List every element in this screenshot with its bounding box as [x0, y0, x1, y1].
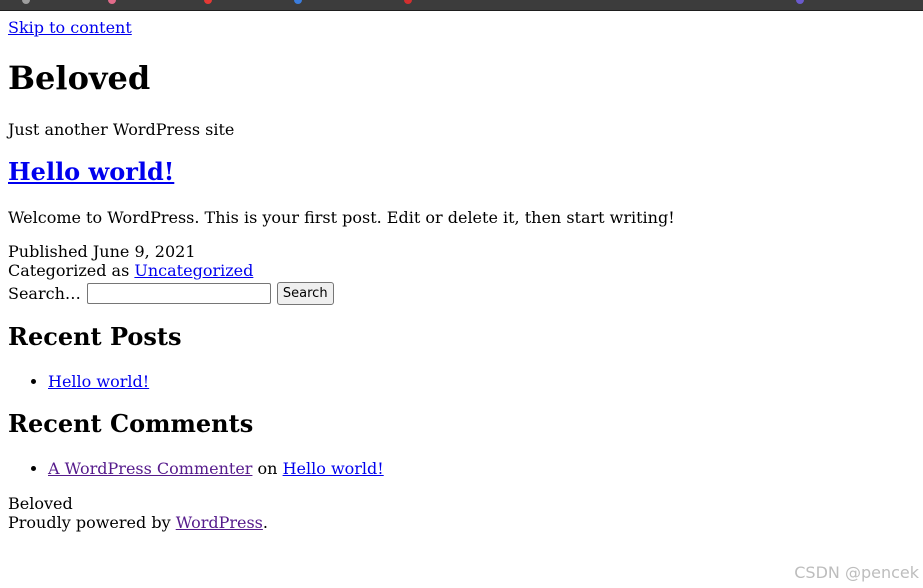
published-prefix: Published	[8, 242, 88, 261]
post-meta: Published June 9, 2021 Categorized as Un…	[8, 242, 253, 280]
list-item: A WordPress Commenter on Hello world!	[48, 459, 384, 479]
bookmark-icon[interactable]	[204, 0, 212, 4]
bookmark-icon[interactable]	[796, 0, 804, 4]
categorized-prefix: Categorized as	[8, 261, 130, 280]
recent-posts-heading: Recent Posts	[8, 322, 182, 351]
skip-to-content-link[interactable]: Skip to content	[8, 18, 132, 38]
post-title: Hello world!	[8, 157, 174, 187]
search-label: Search…	[8, 283, 81, 303]
list-item: Hello world!	[48, 372, 149, 392]
post-body: Welcome to WordPress. This is your first…	[8, 208, 675, 227]
comment-connector: on	[257, 459, 278, 478]
footer-site-name: Beloved	[8, 494, 73, 513]
watermark: CSDN @pencek	[794, 563, 919, 582]
post-title-link[interactable]: Hello world!	[8, 157, 174, 186]
published-date[interactable]: June 9, 2021	[93, 242, 196, 261]
recent-post-link[interactable]: Hello world!	[48, 372, 149, 391]
bookmark-icon[interactable]	[294, 0, 302, 4]
search-input[interactable]	[86, 283, 271, 304]
site-description: Just another WordPress site	[8, 120, 235, 139]
recent-posts-list: Hello world!	[8, 372, 149, 392]
recent-comments-heading: Recent Comments	[8, 409, 254, 438]
bookmark-icon[interactable]	[22, 0, 30, 4]
comment-post-link[interactable]: Hello world!	[283, 459, 384, 478]
wordpress-link[interactable]: WordPress	[176, 513, 263, 532]
bookmark-icon[interactable]	[404, 0, 412, 4]
powered-suffix: .	[262, 513, 268, 532]
category-link[interactable]: Uncategorized	[134, 261, 253, 280]
category-line: Categorized as Uncategorized	[8, 261, 253, 280]
browser-bookmarks-bar	[0, 0, 923, 11]
recent-comments-list: A WordPress Commenter on Hello world!	[8, 459, 384, 479]
published-line: Published June 9, 2021	[8, 242, 253, 261]
search-form: Search… Search	[8, 282, 334, 305]
search-button[interactable]: Search	[276, 282, 334, 305]
bookmark-icon[interactable]	[108, 0, 116, 4]
powered-by-line: Proudly powered by WordPress.	[8, 513, 268, 532]
comment-author-link[interactable]: A WordPress Commenter	[48, 459, 252, 478]
site-title[interactable]: Beloved	[8, 60, 150, 96]
powered-prefix: Proudly powered by	[8, 513, 171, 532]
site-footer: Beloved Proudly powered by WordPress.	[8, 494, 268, 532]
